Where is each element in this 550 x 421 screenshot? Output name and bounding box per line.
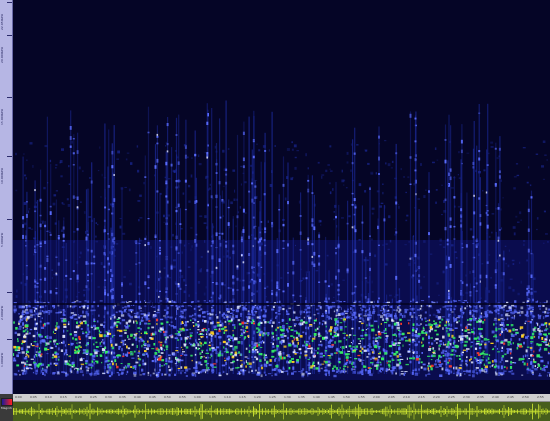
colormap-legend[interactable]: Magnitude [0, 394, 13, 421]
time-tick-label: 2:10 [403, 395, 410, 399]
colormap-label: Magnitude [1, 407, 12, 410]
freq-tick-mark [7, 219, 12, 220]
spectrogram-canvas [13, 100, 550, 380]
time-ruler[interactable]: 0:00 0:05 0:10 0:15 0:20 0:25 0:30 0:35 0:40 0:45… [13, 394, 550, 402]
bottom-panel: Magnitude 0:000:050:100:150:200:250:300:… [0, 394, 550, 421]
time-tick-label: 1:25 [269, 395, 276, 399]
time-tick-label: 2:55 [537, 395, 544, 399]
time-tick-label: 2:15 [418, 395, 425, 399]
freq-tick-label: 1.000kHz [1, 352, 4, 367]
time-tick-label: 2:20 [433, 395, 440, 399]
freq-tick-mark [7, 292, 12, 293]
time-tick-label: 2:50 [522, 395, 529, 399]
frequency-ruler[interactable]: 22.050kHz 20.000kHz 15.000kHz 10.000kHz 5.00… [0, 0, 13, 394]
time-tick-label: 0:30 [105, 395, 112, 399]
time-tick-label: 2:40 [492, 395, 499, 399]
time-tick-label: 0:25 [90, 395, 97, 399]
time-tick-label: 0:20 [75, 395, 82, 399]
spectrogram-view[interactable] [13, 0, 550, 394]
freq-tick-mark [7, 35, 12, 36]
time-tick-label: 0:45 [149, 395, 156, 399]
time-tick-label: 1:05 [209, 395, 216, 399]
time-tick-label: 0:10 [45, 395, 52, 399]
time-tick-label: 0:55 [179, 395, 186, 399]
time-tick-label: 1:10 [224, 395, 231, 399]
time-tick-label: 0:35 [119, 395, 126, 399]
time-tick-label: 0:05 [30, 395, 37, 399]
time-tick-label: 2:35 [477, 395, 484, 399]
colormap-swatch [1, 398, 13, 406]
time-tick-label: 0:50 [164, 395, 171, 399]
freq-tick-label: 15.000kHz [1, 108, 4, 125]
time-tick-label: 2:45 [507, 395, 514, 399]
time-tick-label: 2:00 [373, 395, 380, 399]
time-tick-label: 1:20 [254, 395, 261, 399]
time-tick-label: 2:30 [463, 395, 470, 399]
freq-tick-mark [7, 97, 12, 98]
time-tick-label: 2:05 [388, 395, 395, 399]
time-tick-label: 1:55 [358, 395, 365, 399]
freq-tick-label: 22.050kHz [1, 13, 4, 30]
time-tick-label: 2:25 [448, 395, 455, 399]
freq-tick-label: 2.000kHz [1, 305, 4, 320]
time-tick-label: 1:35 [298, 395, 305, 399]
freq-tick-label: 20.000kHz [1, 46, 4, 63]
time-tick-label: 0:15 [60, 395, 67, 399]
time-tick-label: 1:40 [313, 395, 320, 399]
time-tick-label: 1:30 [284, 395, 291, 399]
waveform-overview[interactable] [13, 402, 550, 421]
freq-tick-mark [7, 339, 12, 340]
time-tick-label: 1:45 [328, 395, 335, 399]
freq-tick-label: 5.000kHz [1, 232, 4, 247]
time-tick-label: 0:40 [134, 395, 141, 399]
freq-tick-mark [7, 156, 12, 157]
waveform-canvas [13, 403, 550, 420]
freq-tick-mark [7, 2, 12, 3]
freq-tick-label: 10.000kHz [1, 167, 4, 184]
time-tick-label: 0:00 [15, 395, 22, 399]
time-tick-label: 1:15 [239, 395, 246, 399]
time-tick-label: 1:50 [343, 395, 350, 399]
time-tick-label: 1:00 [194, 395, 201, 399]
